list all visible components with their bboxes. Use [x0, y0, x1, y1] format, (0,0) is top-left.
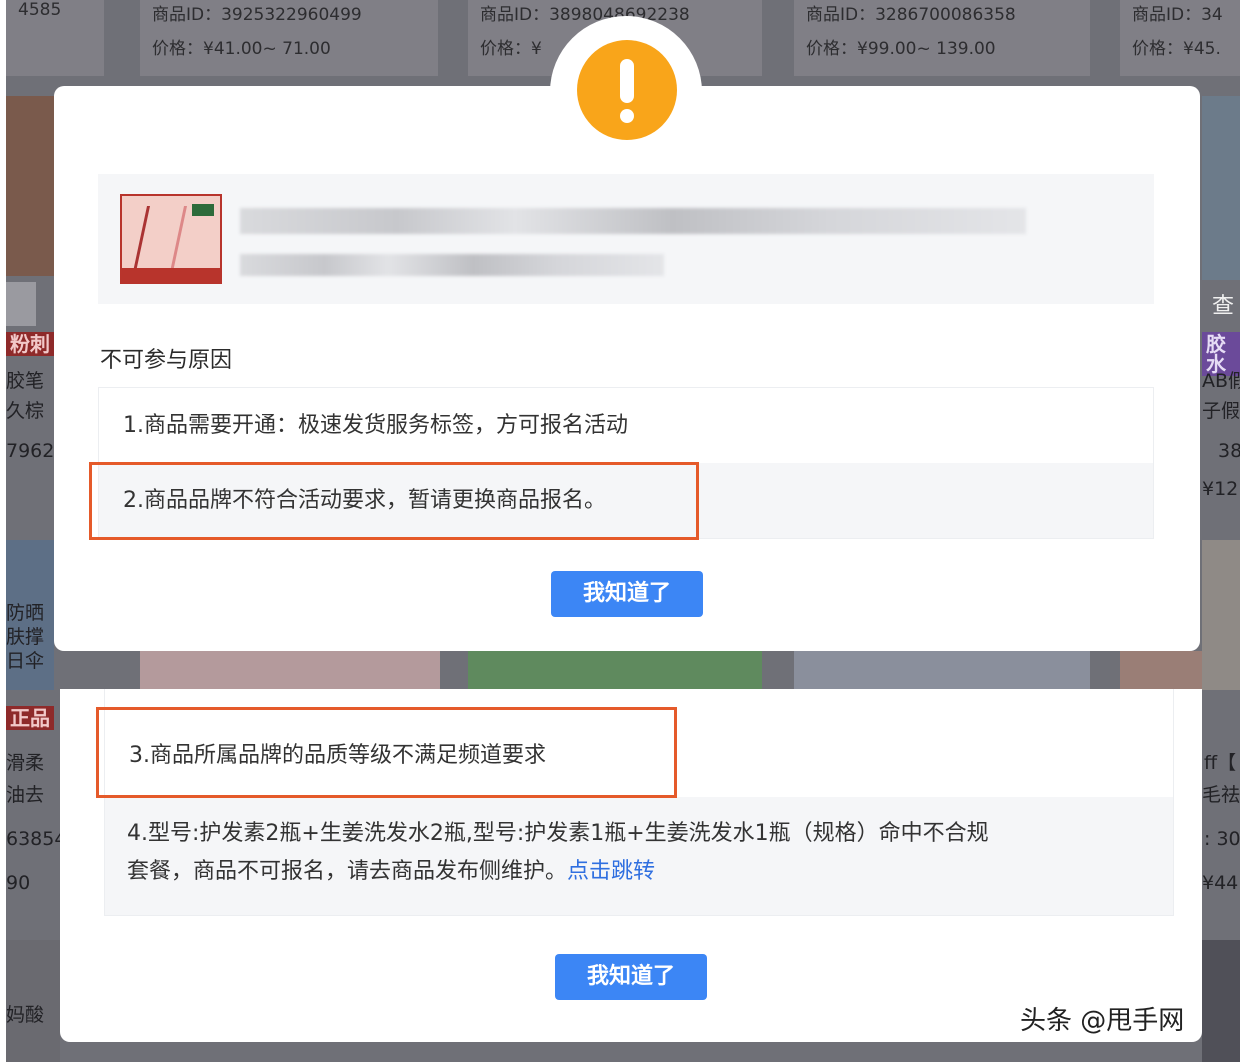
bg-text: 38: [1218, 440, 1240, 462]
bg-product-id: 商品ID：3898048692238: [480, 5, 690, 25]
warning-icon: [577, 40, 677, 140]
bg-product-image: [1202, 540, 1240, 690]
bg-text: 肤撑: [6, 626, 45, 648]
bg-product-card: 商品ID：3286700086358 价格：¥99.00~ 139.00: [794, 0, 1090, 76]
bg-text: 子假: [1202, 400, 1240, 422]
confirm-button[interactable]: 我知道了: [555, 954, 707, 1000]
reason-item: 1.商品需要开通：极速发货服务标签，方可报名活动: [123, 413, 628, 438]
bg-product-price: 价格：¥45.: [1132, 39, 1221, 59]
bg-product-price: 价格：¥: [480, 39, 542, 59]
product-thumbnail: [120, 194, 222, 284]
bg-text: 久棕: [6, 400, 45, 422]
bg-text: : 30: [1204, 828, 1240, 850]
reason-item-line: 4.型号:护发素2瓶+生姜洗发水2瓶,型号:护发素1瓶+生姜洗发水1瓶（规格）命…: [127, 821, 989, 846]
bg-product-id: 商品ID：3925322960499: [152, 5, 362, 25]
bg-product-image: [6, 96, 54, 276]
bg-text: 查: [1212, 294, 1235, 319]
bg-text: 防晒: [6, 602, 45, 624]
bg-text: 滑柔: [6, 752, 45, 774]
bg-badge: 粉刺: [6, 332, 54, 356]
bg-product-image: [1202, 96, 1240, 280]
bg-product-id: 4585: [18, 0, 62, 20]
thumbnail-tag: [192, 204, 214, 216]
bg-text: 63854: [6, 828, 67, 850]
bg-product-card: 4585: [6, 0, 104, 76]
exclamation-bar: [620, 59, 634, 103]
bg-text: 胶笔: [6, 370, 45, 392]
bg-text: 油去: [6, 784, 45, 806]
bg-product-id: 商品ID：3286700086358: [806, 5, 1016, 25]
ineligible-reasons-dialog: 不可参与原因 1.商品需要开通：极速发货服务标签，方可报名活动 2.商品品牌不符…: [54, 86, 1200, 651]
bg-text: 90: [6, 872, 31, 894]
bg-text: AB假: [1202, 370, 1240, 392]
bg-product-image: [6, 282, 36, 326]
bg-product-image: [140, 651, 440, 689]
bg-badge: 正品: [6, 706, 54, 730]
thumbnail-graphic: [132, 206, 188, 272]
bg-text: ¥12.: [1202, 478, 1240, 500]
highlight-box: [96, 707, 677, 798]
bg-text: ff【: [1204, 752, 1237, 774]
bg-product-card: 商品ID：34 价格：¥45.: [1120, 0, 1240, 76]
bg-product-price: 价格：¥41.00~ 71.00: [152, 39, 331, 59]
bg-text: 毛祛: [1202, 784, 1240, 806]
reason-item: 4.型号:护发素2瓶+生姜洗发水2瓶,型号:护发素1瓶+生姜洗发水1瓶（规格）命…: [105, 797, 1173, 915]
product-summary: [98, 174, 1154, 304]
highlight-box: [89, 462, 699, 540]
bg-product-price: 价格：¥99.00~ 139.00: [806, 39, 996, 59]
blurred-product-title: [240, 208, 1026, 234]
bg-text: 妈酸: [6, 1004, 45, 1026]
bg-product-image: [794, 651, 1090, 689]
bg-product-image: [468, 651, 762, 689]
bg-text: 日伞: [6, 650, 45, 672]
bg-product-id: 商品ID：34: [1132, 5, 1223, 25]
bg-text: ¥44.: [1202, 872, 1240, 894]
watermark: 头条 @甩手网: [1020, 1006, 1185, 1036]
bg-product-image: [1202, 940, 1240, 1062]
exclamation-dot: [620, 109, 634, 123]
bg-product-image: [6, 940, 60, 1062]
reason-title: 不可参与原因: [100, 348, 233, 373]
reason-item-line: 套餐，商品不可报名，请去商品发布侧维护。点击跳转: [127, 853, 1149, 891]
jump-link[interactable]: 点击跳转: [567, 859, 655, 884]
reason-item-text: 套餐，商品不可报名，请去商品发布侧维护。: [127, 859, 568, 884]
thumbnail-stripe: [122, 268, 220, 282]
bg-product-card: 商品ID：3925322960499 价格：¥41.00~ 71.00: [140, 0, 438, 76]
blurred-product-info: [240, 254, 664, 276]
confirm-button[interactable]: 我知道了: [551, 571, 703, 617]
